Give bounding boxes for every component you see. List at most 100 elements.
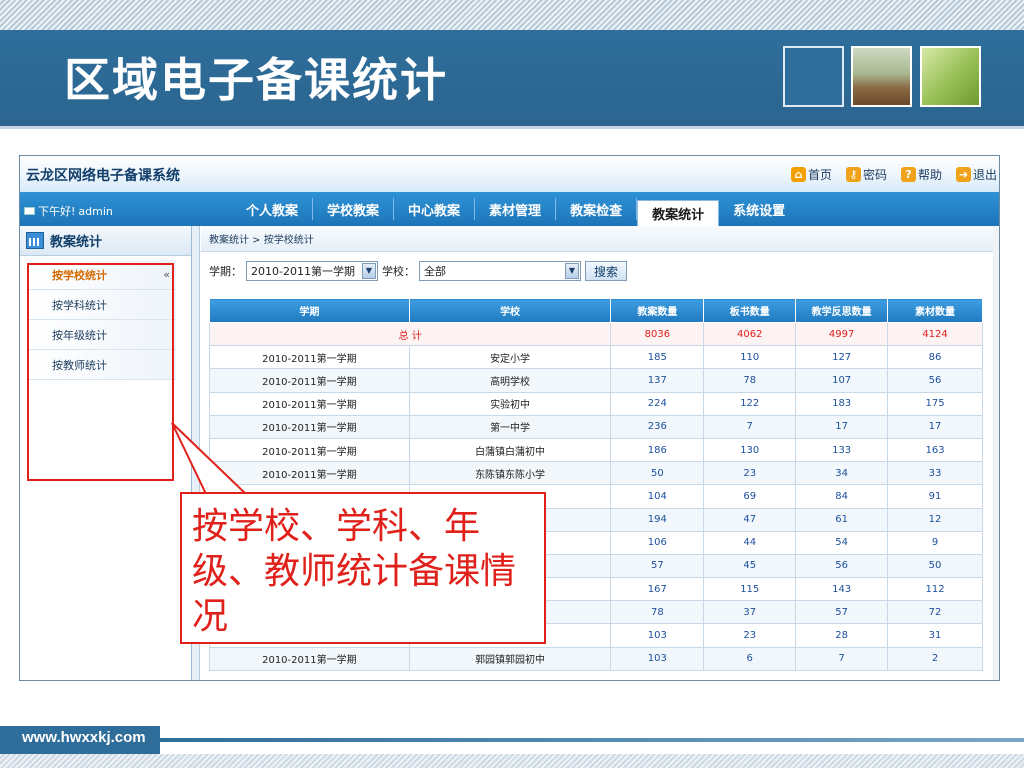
username: admin xyxy=(78,204,113,218)
cell-plan-count: 137 xyxy=(610,368,705,393)
cell-reflection-count: 61 xyxy=(795,507,889,532)
cell-material-count: 12 xyxy=(887,507,983,532)
cell-board-count: 23 xyxy=(703,623,797,648)
cell-plan-count: 50 xyxy=(610,461,705,486)
vertical-scrollbar[interactable] xyxy=(993,226,999,680)
key-icon: ⚷ xyxy=(845,167,861,182)
table-row: 2010-2011第一学期 东陈镇东陈小学 50 23 34 33 xyxy=(209,461,983,486)
cell-board-count: 6 xyxy=(703,646,797,671)
cell-material-count: 33 xyxy=(887,461,983,486)
help-link-label: 帮助 xyxy=(917,168,942,182)
exit-icon: ➜ xyxy=(955,167,971,182)
cell-school: 安定小学 xyxy=(408,345,612,370)
cell-reflection-count: 34 xyxy=(795,461,889,486)
logout-link-label: 退出 xyxy=(972,168,997,182)
cell-plan-count: 185 xyxy=(610,345,705,370)
cell-material-count: 31 xyxy=(887,623,983,648)
top-stripe-decoration xyxy=(0,0,1024,30)
term-select[interactable]: 2010-2011第一学期 ▼ xyxy=(246,261,378,281)
cell-reflection-count: 54 xyxy=(795,530,889,555)
nav-plan-stats[interactable]: 教案统计 xyxy=(637,200,720,226)
blue-square-thumbnail xyxy=(783,46,844,107)
nav-plan-check[interactable]: 教案检查 xyxy=(556,198,638,220)
cell-board-count: 130 xyxy=(703,437,797,463)
cell-reflection-count: 84 xyxy=(795,484,889,509)
cell-reflection-count: 183 xyxy=(795,391,889,416)
logout-link[interactable]: ➜ 退出 xyxy=(955,166,997,183)
table-row: 2010-2011第一学期 郭园镇郭园初中 103 6 7 2 xyxy=(209,646,983,671)
sidebar-title: 教案统计 xyxy=(50,235,103,250)
cell-plan-count: 78 xyxy=(610,600,705,625)
nav-center-plans[interactable]: 中心教案 xyxy=(394,198,476,220)
leaf-photo-thumbnail xyxy=(920,46,981,107)
password-link[interactable]: ⚷ 密码 xyxy=(845,166,887,183)
cell-term: 2010-2011第一学期 xyxy=(209,646,410,671)
chevron-down-icon[interactable]: ▼ xyxy=(565,263,579,279)
nav-personal-plans[interactable]: 个人教案 xyxy=(232,198,314,220)
col-plan-count[interactable]: 教案数量 xyxy=(610,298,705,323)
nav-material-mgmt[interactable]: 素材管理 xyxy=(475,198,557,220)
cell-material-count: 17 xyxy=(887,414,983,439)
col-board-count[interactable]: 板书数量 xyxy=(703,298,797,323)
nav-system-settings[interactable]: 系统设置 xyxy=(719,198,799,220)
help-icon: ? xyxy=(900,167,916,182)
cell-board-count: 37 xyxy=(703,600,797,625)
search-button[interactable]: 搜索 xyxy=(585,261,628,281)
cell-board-count: 78 xyxy=(703,368,797,393)
cell-reflection-count: 7 xyxy=(795,646,889,671)
total-reflection-count: 4997 xyxy=(795,321,889,347)
app-header: 云龙区网络电子备课系统 ⌂ 首页 ⚷ 密码 ? 帮助 ➜ 退出 xyxy=(20,156,999,192)
greeting-text: 下午好! xyxy=(38,205,76,218)
nav-school-plans[interactable]: 学校教案 xyxy=(313,198,395,220)
cell-material-count: 2 xyxy=(887,646,983,671)
col-reflection-count[interactable]: 教学反思数量 xyxy=(795,298,889,323)
cell-plan-count: 57 xyxy=(610,553,705,579)
user-card-icon xyxy=(24,207,35,215)
cell-material-count: 163 xyxy=(887,437,983,463)
filter-bar: 学期： 2010-2011第一学期 ▼ 学校： 全部 ▼ 搜索 xyxy=(201,252,999,290)
school-label: 学校： xyxy=(382,265,415,278)
callout-box: 按学校、学科、年级、教师统计备课情况 xyxy=(180,492,546,644)
cell-reflection-count: 17 xyxy=(795,414,889,439)
table-row: 2010-2011第一学期 安定小学 185 110 127 86 xyxy=(209,345,983,370)
breadcrumb: 教案统计 > 按学校统计 xyxy=(201,226,999,252)
sprout-photo-thumbnail xyxy=(851,46,912,107)
table-header-row: 学期 学校 教案数量 板书数量 教学反思数量 素材数量 xyxy=(209,298,983,323)
cell-school: 第一中学 xyxy=(408,414,612,439)
school-select-value: 全部 xyxy=(424,265,446,278)
footer-line xyxy=(160,738,1024,742)
cell-board-count: 115 xyxy=(703,577,797,602)
cell-board-count: 7 xyxy=(703,414,797,439)
cell-material-count: 72 xyxy=(887,600,983,625)
cell-reflection-count: 28 xyxy=(795,623,889,648)
cell-reflection-count: 127 xyxy=(795,345,889,370)
greeting: 下午好! admin xyxy=(24,203,113,219)
chevron-down-icon[interactable]: ▼ xyxy=(362,263,376,279)
callout-text: 按学校、学科、年级、教师统计备课情况 xyxy=(192,506,517,637)
term-select-value: 2010-2011第一学期 xyxy=(251,265,355,278)
cell-reflection-count: 133 xyxy=(795,437,889,463)
table-row: 2010-2011第一学期 实验初中 224 122 183 175 xyxy=(209,391,983,416)
main-nav: 下午好! admin 个人教案 学校教案 中心教案 素材管理 教案检查 教案统计… xyxy=(20,192,999,226)
table-row: 2010-2011第一学期 高明学校 137 78 107 56 xyxy=(209,368,983,393)
nav-items: 个人教案 学校教案 中心教案 素材管理 教案检查 教案统计 系统设置 xyxy=(232,192,799,226)
cell-school: 实验初中 xyxy=(408,391,612,416)
col-school[interactable]: 学校 xyxy=(408,298,612,323)
help-link[interactable]: ? 帮助 xyxy=(900,166,942,183)
sidebar-header: 教案统计 xyxy=(20,226,191,256)
cell-material-count: 175 xyxy=(887,391,983,416)
table-row: 2010-2011第一学期 白蒲镇白蒲初中 186 130 133 163 xyxy=(209,437,983,463)
cell-board-count: 44 xyxy=(703,530,797,555)
cell-plan-count: 103 xyxy=(610,623,705,648)
cell-material-count: 56 xyxy=(887,368,983,393)
total-material-count: 4124 xyxy=(887,321,983,347)
cell-material-count: 112 xyxy=(887,577,983,602)
home-link[interactable]: ⌂ 首页 xyxy=(790,166,832,183)
highlight-box xyxy=(27,263,174,481)
total-plan-count: 8036 xyxy=(610,321,705,347)
cell-plan-count: 103 xyxy=(610,646,705,671)
col-material-count[interactable]: 素材数量 xyxy=(887,298,983,323)
cell-plan-count: 224 xyxy=(610,391,705,416)
col-term[interactable]: 学期 xyxy=(209,298,410,323)
school-select[interactable]: 全部 ▼ xyxy=(419,261,581,281)
